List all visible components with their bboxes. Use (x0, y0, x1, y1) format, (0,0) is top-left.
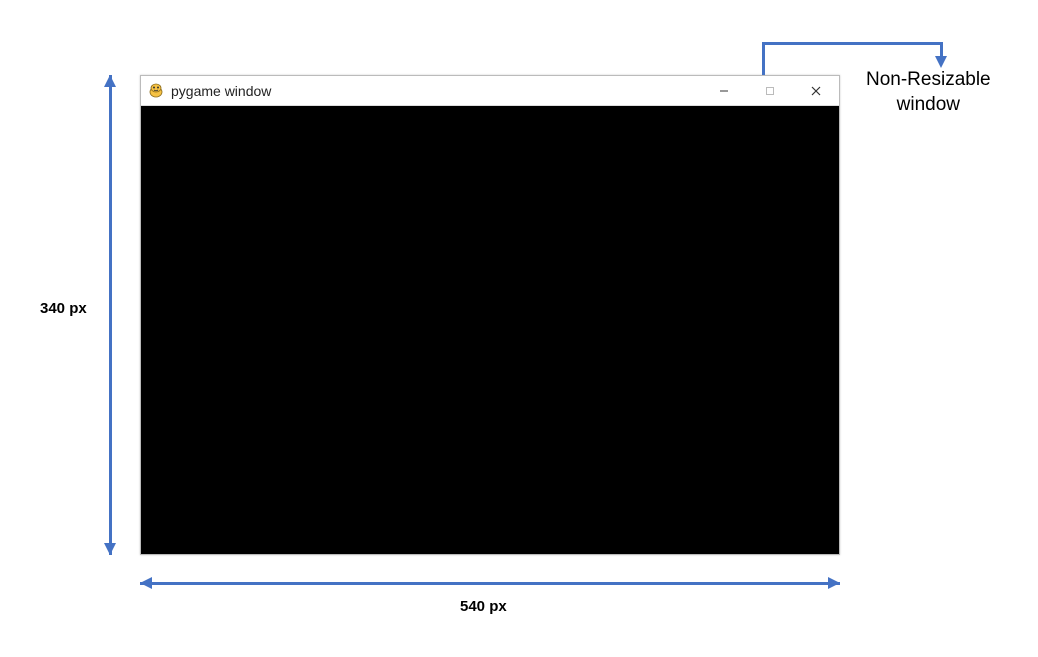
minimize-button[interactable] (701, 76, 747, 105)
callout-line1: Non-Resizable (866, 69, 991, 90)
window-title: pygame window (171, 83, 701, 99)
height-label: 340 px (40, 300, 87, 317)
callout-line2: window (897, 94, 960, 115)
height-dimension-line (109, 75, 112, 555)
arrow-down-icon (104, 543, 116, 555)
arrow-right-icon (828, 577, 840, 589)
close-button[interactable] (793, 76, 839, 105)
maximize-button (747, 76, 793, 105)
arrow-left-icon (140, 577, 152, 589)
client-area (141, 106, 839, 554)
pygame-window: pygame window (140, 75, 840, 555)
callout-annotation: Non-Resizable window (866, 68, 991, 117)
callout-connector (762, 42, 765, 75)
width-dimension-line (140, 582, 840, 585)
window-controls (701, 76, 839, 105)
width-label: 540 px (460, 598, 507, 615)
arrow-up-icon (104, 75, 116, 87)
pygame-icon (147, 82, 165, 100)
callout-connector (762, 42, 942, 45)
titlebar[interactable]: pygame window (141, 76, 839, 106)
arrow-down-icon (935, 56, 947, 68)
